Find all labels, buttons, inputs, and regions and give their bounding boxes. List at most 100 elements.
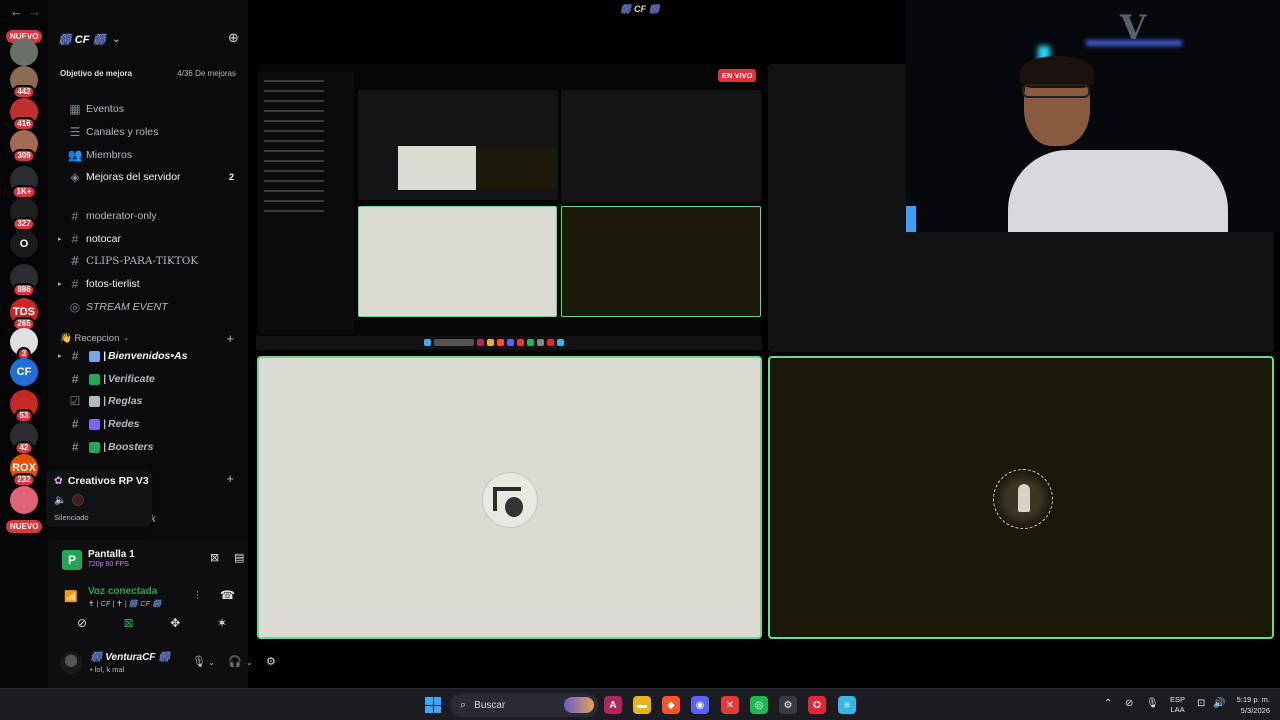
voice-panel: P Pantalla 1 720p 60 FPS ⊠ ▤ 📶 Voz conec… — [48, 540, 276, 688]
noise-suppression-icon[interactable]: ⫶ — [196, 590, 199, 603]
webcam-overlay: V — [906, 0, 1280, 232]
server-11[interactable]: CF — [10, 358, 38, 386]
nav-canales-y-roles[interactable]: ☰ Canales y roles — [58, 123, 238, 141]
mini-stream-top-left — [358, 90, 558, 200]
clock[interactable]: 5:19 p. m. 5/3/2026 — [1232, 694, 1270, 716]
taskbar-search[interactable]: ⌕ Buscar — [450, 693, 598, 717]
network-icon[interactable]: ⊡ — [1197, 698, 1205, 709]
server-15[interactable] — [10, 486, 38, 514]
voice-status[interactable]: Voz conectada — [88, 586, 157, 597]
nav-miembros[interactable]: 👥 Miembros — [58, 146, 238, 164]
server-14[interactable]: ROX 232 — [10, 454, 38, 487]
soundboard-icon[interactable]: ✶ — [212, 616, 232, 636]
activities-icon[interactable]: ✥ — [165, 616, 185, 636]
boost-goal-bar[interactable]: Objetivo de mejora 4/36 De mejoras — [56, 64, 240, 82]
nav-mejoras-del-servidor[interactable]: ◈ Mejoras del servidor 2 — [58, 168, 238, 186]
stream-settings-icon[interactable]: ▤ — [234, 551, 244, 564]
channel-label: Mejoras del servidor — [86, 171, 181, 183]
camera-off-icon[interactable]: ⊘ — [72, 616, 92, 636]
app-affinity-icon[interactable]: A — [604, 696, 622, 714]
server-12[interactable]: 53 — [10, 390, 38, 423]
hash-icon: # — [71, 349, 79, 363]
channel-boosters[interactable]: # | Boosters — [58, 438, 238, 456]
app-notepad-icon[interactable]: ≡ — [838, 696, 856, 714]
chevron-up-icon[interactable]: ⌃ — [1104, 698, 1112, 709]
speaker-icon: 🔈 — [54, 494, 67, 506]
nav-eventos[interactable]: ▦ Eventos — [58, 100, 238, 118]
nav-icon: 👥 — [67, 148, 83, 162]
channel-label: notocar — [86, 233, 122, 245]
channel-notocar[interactable]: ▸ # notocar — [58, 230, 238, 248]
channel-stream-event[interactable]: ◎ STREAM EVENT — [58, 298, 238, 316]
stop-stream-icon[interactable]: ⊠ — [210, 551, 219, 564]
server-13[interactable]: 42 — [10, 422, 38, 455]
channel-label: Canales y roles — [86, 126, 159, 138]
category-recepcion[interactable]: 👋 Recepcion ⌄ + — [60, 331, 240, 346]
channel-bienvenidos-as[interactable]: ▸ # | Bienvenidos•As — [58, 347, 238, 365]
app-opera-icon[interactable]: O — [808, 696, 826, 714]
screen-share-active-icon[interactable]: ⊠ — [119, 616, 139, 636]
microphone-icon[interactable]: 🎙 — [192, 655, 206, 668]
app-capcut-icon[interactable]: ✕ — [721, 696, 739, 714]
add-channel-icon[interactable]: + — [226, 331, 234, 346]
avatar[interactable] — [60, 652, 82, 674]
participant-tile-left[interactable] — [257, 356, 762, 639]
forward-arrow-icon[interactable]: → — [28, 4, 41, 19]
app-brave-icon[interactable]: ◆ — [662, 696, 680, 714]
server-8[interactable]: 886 — [10, 264, 38, 297]
channel-redes[interactable]: # | Redes — [58, 415, 238, 433]
app-spotify-icon[interactable]: ◎ — [750, 696, 768, 714]
hash-icon: # — [71, 232, 79, 246]
server-9[interactable]: TDS 265 — [10, 298, 38, 331]
channel-verificate[interactable]: # | Verificate — [58, 370, 238, 388]
app-discord-icon[interactable]: ◉ — [691, 696, 709, 714]
server-1[interactable] — [10, 38, 38, 66]
gear-icon[interactable]: ⚙ — [266, 655, 276, 668]
disconnect-icon[interactable]: ☎ — [220, 588, 235, 602]
screen-share-icon: P — [62, 550, 82, 570]
guild-header[interactable]: 🎆 CF 🎆 ⌄ — [58, 30, 244, 48]
volume-icon[interactable]: 🔊 — [1213, 698, 1225, 709]
windows-start-icon[interactable] — [425, 697, 441, 713]
mini-stream-top-right — [561, 90, 761, 202]
signal-icon[interactable]: 📶 — [64, 590, 78, 603]
microphone-icon[interactable]: 🎙 — [1146, 698, 1159, 709]
guild-name: 🎆 CF 🎆 — [58, 33, 107, 46]
channel-label: Bienvenidos•As — [107, 350, 188, 362]
server-5[interactable]: 1K+ — [10, 166, 38, 199]
server-7[interactable]: O — [10, 230, 38, 258]
stream-resolution: 720p 60 FPS — [88, 561, 129, 568]
server-2[interactable]: 442 — [10, 66, 38, 99]
mini-taskbar-icons — [424, 339, 594, 347]
back-arrow-icon[interactable]: ← — [10, 4, 23, 19]
channel-emoji-icon — [89, 418, 100, 430]
invite-user-icon[interactable]: ⊕ — [228, 30, 239, 46]
app-explorer-icon[interactable]: ▬ — [633, 696, 651, 714]
headphones-icon[interactable]: 🎧 — [228, 655, 242, 668]
channel-reglas[interactable]: ☑ | Reglas — [58, 392, 238, 410]
add-channel-icon[interactable]: + — [226, 471, 234, 486]
participant-tile-right[interactable] — [768, 356, 1274, 639]
language-indicator[interactable]: ESP LAA — [1170, 695, 1185, 715]
chevron-down-icon[interactable]: ⌄ — [208, 658, 215, 667]
app-steam-icon[interactable]: ⚙ — [779, 696, 797, 714]
unread-badge: 416 — [12, 117, 36, 131]
notifications-off-icon[interactable]: ⊘ — [1125, 698, 1133, 709]
server-6[interactable]: 327 — [10, 198, 38, 231]
mini-inner-tile-dark — [478, 146, 556, 190]
username[interactable]: 🎆 VenturaCF 🎆 — [90, 652, 171, 663]
channel-emoji-icon — [89, 373, 100, 385]
channel-clips-para-tiktok[interactable]: # CLIPS-PARA-TIKTOK — [58, 252, 238, 270]
server-10[interactable]: 3 — [10, 328, 38, 361]
channel-label: Reglas — [107, 395, 143, 407]
channel-fotos-tierlist[interactable]: ▸ # fotos-tierlist — [58, 275, 238, 293]
chevron-down-icon[interactable]: ⌄ — [246, 658, 253, 667]
mini-stream-bottom-left — [358, 206, 557, 317]
server-3[interactable]: 416 — [10, 98, 38, 131]
channel-label: Redes — [107, 418, 140, 430]
channel-moderator-only[interactable]: # moderator-only — [58, 207, 238, 225]
channel-label: CLIPS-PARA-TIKTOK — [86, 255, 199, 267]
category-label: 👋 Recepcion — [60, 332, 120, 344]
server-4[interactable]: 309 — [10, 130, 38, 163]
channel-label: STREAM EVENT — [86, 301, 168, 313]
